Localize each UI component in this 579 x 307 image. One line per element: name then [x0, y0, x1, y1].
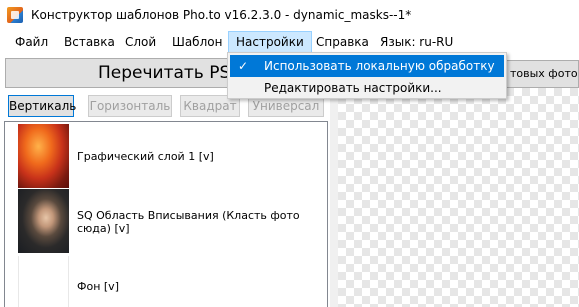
menu-help[interactable]: Справка — [309, 31, 376, 53]
menu-template[interactable]: Шаблон — [165, 31, 229, 53]
layer-row[interactable]: Фон [v] — [5, 256, 327, 307]
menu-insert[interactable]: Вставка — [57, 31, 122, 53]
fire-thumbnail — [18, 124, 69, 188]
tab-vertical[interactable]: Вертикаль — [8, 95, 76, 117]
panel-splitter[interactable] — [330, 88, 338, 307]
layer-row[interactable]: Графический слой 1 [v] — [5, 122, 327, 188]
menu-item-label: Редактировать настройки... — [264, 81, 442, 95]
menu-item-edit-settings[interactable]: Редактировать настройки... — [230, 77, 504, 99]
layer-list[interactable]: Графический слой 1 [v] SQ Область Вписыв… — [4, 121, 328, 307]
tab-horizontal[interactable]: Горизонталь — [88, 95, 172, 117]
menu-item-label: Использовать локальную обработку — [264, 59, 495, 73]
reread-psd-button[interactable]: Перечитать PSD — [5, 58, 248, 88]
layer-label: Фон [v] — [77, 280, 119, 293]
layer-row[interactable]: SQ Область Вписывания (Класть фото сюда)… — [5, 189, 327, 255]
menu-file[interactable]: Файл — [8, 31, 55, 53]
menu-bar: Файл Вставка Слой Шаблон Настройки Справ… — [0, 31, 579, 53]
portrait-thumbnail — [18, 189, 69, 253]
layer-label: Графический слой 1 [v] — [77, 150, 214, 163]
transparent-canvas[interactable] — [338, 88, 579, 307]
app-icon — [7, 7, 23, 23]
layer-label: SQ Область Вписывания (Класть фото сюда)… — [77, 209, 300, 235]
settings-dropdown-menu: ✓ Использовать локальную обработку Редак… — [227, 52, 507, 99]
batch-photos-button[interactable]: товых фото — [499, 60, 579, 88]
window-title: Конструктор шаблонов Pho.to v16.2.3.0 - … — [31, 8, 412, 22]
menu-item-use-local-processing[interactable]: ✓ Использовать локальную обработку — [230, 55, 504, 77]
white-thumbnail — [18, 256, 69, 307]
menu-layer[interactable]: Слой — [118, 31, 163, 53]
checkmark-icon: ✓ — [238, 59, 249, 73]
menu-language[interactable]: Язык: ru-RU — [373, 31, 460, 53]
menu-settings[interactable]: Настройки — [228, 31, 312, 53]
title-bar: Конструктор шаблонов Pho.to v16.2.3.0 - … — [0, 0, 579, 31]
